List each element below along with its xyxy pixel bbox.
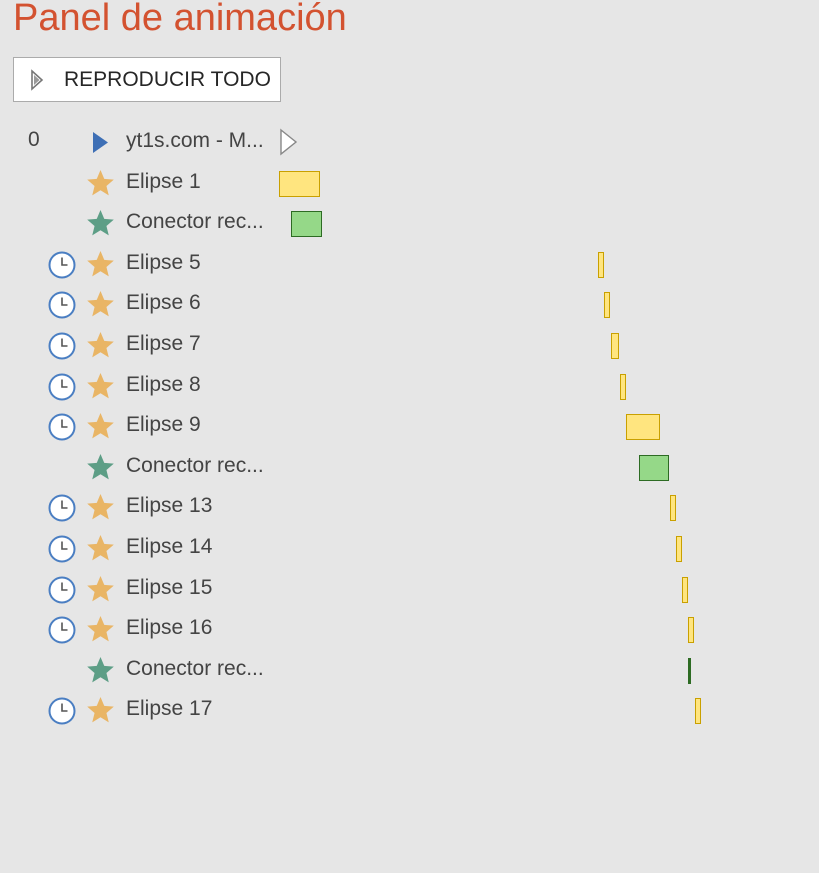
timeline-trigger-marker[interactable] (279, 128, 299, 156)
star-gold-icon (85, 330, 116, 361)
timeline-bar[interactable] (611, 332, 619, 359)
animation-list: 0 yt1s.com - M... Elipse 1 Conector rec... E… (0, 122, 819, 731)
timeline-bar[interactable] (682, 576, 688, 603)
animation-item[interactable]: Elipse 9 (0, 406, 819, 447)
clock-icon (47, 372, 77, 402)
animation-label: Conector rec... (126, 453, 264, 477)
star-gold-icon (85, 695, 116, 726)
animation-item[interactable]: Elipse 13 (0, 487, 819, 528)
star-gold-icon (85, 371, 116, 402)
animation-item[interactable]: Conector rec... (0, 650, 819, 691)
star-green-icon (85, 208, 116, 239)
timeline-bar[interactable] (695, 698, 701, 725)
timeline-bar[interactable] (676, 535, 682, 562)
animation-item[interactable]: Elipse 5 (0, 244, 819, 285)
animation-label: Conector rec... (126, 210, 264, 234)
animation-item[interactable]: Elipse 15 (0, 569, 819, 610)
animation-label: Elipse 13 (126, 494, 213, 518)
play-outline-icon (30, 68, 50, 91)
animation-label: Elipse 14 (126, 534, 213, 558)
animation-label: Elipse 5 (126, 250, 201, 274)
animation-label: Conector rec... (126, 656, 264, 680)
animation-item[interactable]: Elipse 6 (0, 284, 819, 325)
animation-item[interactable]: Elipse 17 (0, 690, 819, 731)
animation-label: Elipse 6 (126, 291, 201, 315)
star-gold-icon (85, 289, 116, 320)
timeline-bar[interactable] (626, 414, 660, 441)
animation-item[interactable]: Elipse 7 (0, 325, 819, 366)
animation-item[interactable]: Conector rec... (0, 203, 819, 244)
animation-label: Elipse 7 (126, 331, 201, 355)
timeline-bar[interactable] (291, 211, 322, 238)
play-all-label: REPRODUCIR TODO (64, 67, 271, 91)
star-gold-icon (85, 492, 116, 523)
timeline-bar[interactable] (604, 292, 610, 319)
timeline-bar[interactable] (639, 454, 669, 481)
timeline-bar[interactable] (670, 495, 676, 522)
animation-number: 0 (28, 128, 40, 151)
timeline-bar[interactable] (688, 657, 691, 684)
trigger-play-icon (85, 127, 116, 158)
clock-icon (47, 615, 77, 645)
clock-icon (47, 290, 77, 320)
star-gold-icon (85, 574, 116, 605)
animation-label: Elipse 9 (126, 413, 201, 437)
animation-label: Elipse 15 (126, 575, 213, 599)
animation-item[interactable]: Elipse 8 (0, 366, 819, 407)
animation-label: Elipse 8 (126, 372, 201, 396)
animation-label: Elipse 16 (126, 616, 213, 640)
timeline-bar[interactable] (279, 170, 320, 197)
clock-icon (47, 534, 77, 564)
panel-title: Panel de animación (13, 0, 347, 39)
star-gold-icon (85, 533, 116, 564)
animation-label: yt1s.com - M... (126, 129, 264, 152)
animation-item[interactable]: 0 yt1s.com - M... (0, 122, 819, 163)
star-gold-icon (85, 614, 116, 645)
clock-icon (47, 250, 77, 280)
clock-icon (47, 331, 77, 361)
animation-label: Elipse 1 (126, 169, 201, 193)
star-gold-icon (85, 249, 116, 280)
timeline-bar[interactable] (598, 251, 604, 278)
clock-icon (47, 412, 77, 442)
animation-label: Elipse 17 (126, 697, 213, 721)
animation-item[interactable]: Elipse 16 (0, 609, 819, 650)
clock-icon (47, 696, 77, 726)
clock-icon (47, 493, 77, 523)
play-all-button[interactable]: REPRODUCIR TODO (13, 57, 281, 102)
star-gold-icon (85, 411, 116, 442)
animation-item[interactable]: Elipse 14 (0, 528, 819, 569)
star-green-icon (85, 655, 116, 686)
animation-item[interactable]: Conector rec... (0, 447, 819, 488)
star-green-icon (85, 452, 116, 483)
star-gold-icon (85, 168, 116, 199)
clock-icon (47, 575, 77, 605)
timeline-bar[interactable] (688, 617, 694, 644)
timeline-bar[interactable] (620, 373, 626, 400)
animation-item[interactable]: Elipse 1 (0, 163, 819, 204)
